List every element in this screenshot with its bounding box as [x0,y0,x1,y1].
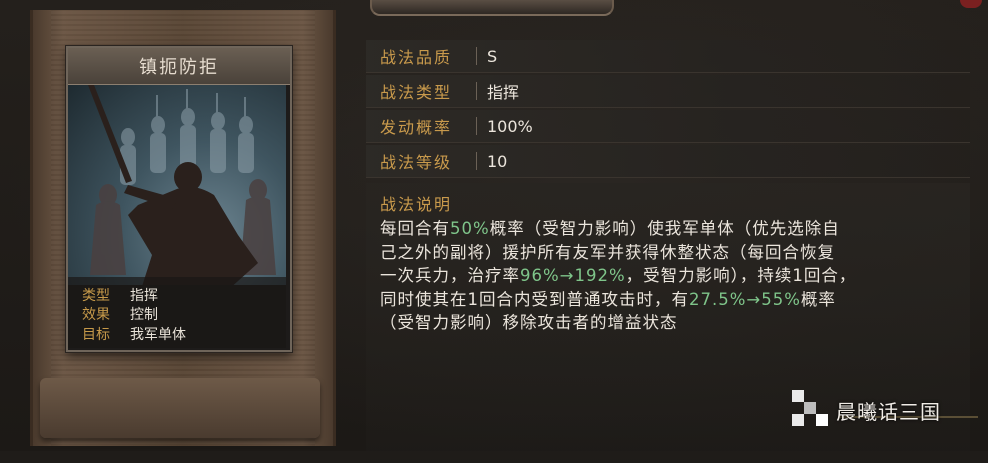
detail-value: S [487,46,498,66]
description-segment: 每回合有 [380,219,450,238]
detail-row-level: 战法等级 10 [366,145,970,178]
prop-value: 控制 [130,306,158,323]
top-ornament [370,0,614,16]
prop-row-target: 目标 我军单体 [68,324,286,343]
description-line: 己之外的副将）援护所有友军并获得休整状态（每回合恢复 [380,241,970,265]
prop-label: 类型 [82,287,110,304]
detail-value: 100% [487,116,533,136]
detail-label: 战法品质 [380,48,453,67]
description-segment: 同时使其在1回合内受到普通攻击时，有 [380,289,689,309]
card-title: 镇扼防拒 [139,57,219,78]
row-divider [476,82,477,100]
detail-row-quality: 战法品质 S [366,40,970,73]
detail-label: 发动概率 [380,118,453,137]
detail-label: 战法等级 [380,153,453,172]
detail-row-probability: 发动概率 100% [366,110,970,143]
card-title-bar: 镇扼防拒 [68,48,290,85]
card-artwork [68,85,286,299]
description-segment: 己之外的副将）援护所有友军并获得休整状态（每回合恢复 [380,242,835,262]
description-line: 一次兵力，治疗率96%→192%，受智力影响），持续1回合， [380,264,970,288]
scroll-rod [40,378,320,438]
row-divider [476,47,477,65]
watermark-logo [792,390,830,430]
highlighted-value: 27.5%→55% [689,289,801,309]
description-segment: ，受智力影响），持续1回合， [625,266,857,285]
detail-row-type: 战法类型 指挥 [366,75,970,108]
detail-value: 10 [487,151,508,171]
description-title: 战法说明 [380,195,453,214]
warrior-illustration [68,85,286,299]
description-segment: 概率 [800,289,836,309]
description-segment: （受智力影响）移除攻击者的增益状态 [380,313,678,332]
description-line: 每回合有50%概率（受智力影响）使我军单体（优先选除自 [380,217,970,241]
prop-row-type: 类型 指挥 [68,285,286,304]
highlighted-value: 96%→192% [520,266,626,285]
prop-value: 我军单体 [130,326,186,343]
detail-value: 指挥 [487,83,520,102]
watermark-text: 晨曦话三国 [836,399,941,424]
description-text: 每回合有50%概率（受智力影响）使我军单体（优先选除自 己之外的副将）援护所有友军… [380,217,970,335]
detail-label: 战法类型 [380,83,453,102]
tactic-details-panel: 战法品质 S 战法类型 指挥 发动概率 100% 战法等级 10 战法说明 每回… [366,40,970,463]
description-segment: 概率（受智力影响）使我军单体（优先选除自 [489,219,840,238]
prop-label: 目标 [82,326,110,343]
highlighted-value: 50% [450,219,490,238]
watermark: 晨曦话三国 [792,388,982,432]
row-divider [476,152,477,170]
prop-row-effect: 效果 控制 [68,304,286,323]
description-line: （受智力影响）移除攻击者的增益状态 [380,311,970,335]
row-divider [476,117,477,135]
prop-label: 效果 [82,306,110,323]
prop-value: 指挥 [130,287,158,304]
description-line: 同时使其在1回合内受到普通攻击时，有27.5%→55%概率 [380,288,970,312]
tactic-card[interactable]: 镇扼防拒 适用 [66,46,292,352]
description-segment: 一次兵力，治疗率 [380,266,520,285]
